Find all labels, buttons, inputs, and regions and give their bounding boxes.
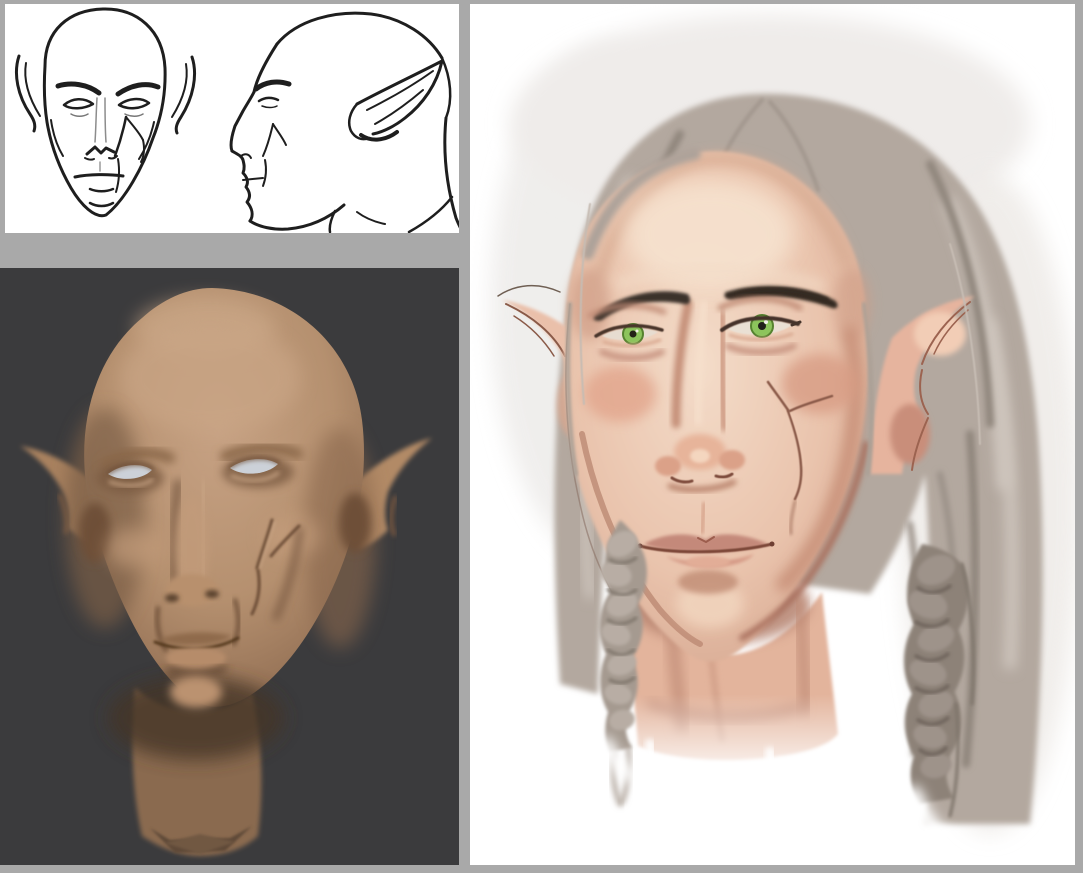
painted-portrait-artwork (470, 4, 1075, 865)
panel-line-sketch (5, 4, 459, 233)
sketch-background (5, 4, 459, 233)
clay-sculpt-render (0, 268, 459, 865)
sculpt-lower-lip (166, 647, 226, 669)
panel-3d-sculpt (0, 268, 459, 865)
panel-painted-portrait (470, 4, 1075, 865)
art-collage (0, 0, 1083, 873)
portrait-figure (490, 14, 1075, 865)
line-sketch-drawing (5, 4, 459, 233)
